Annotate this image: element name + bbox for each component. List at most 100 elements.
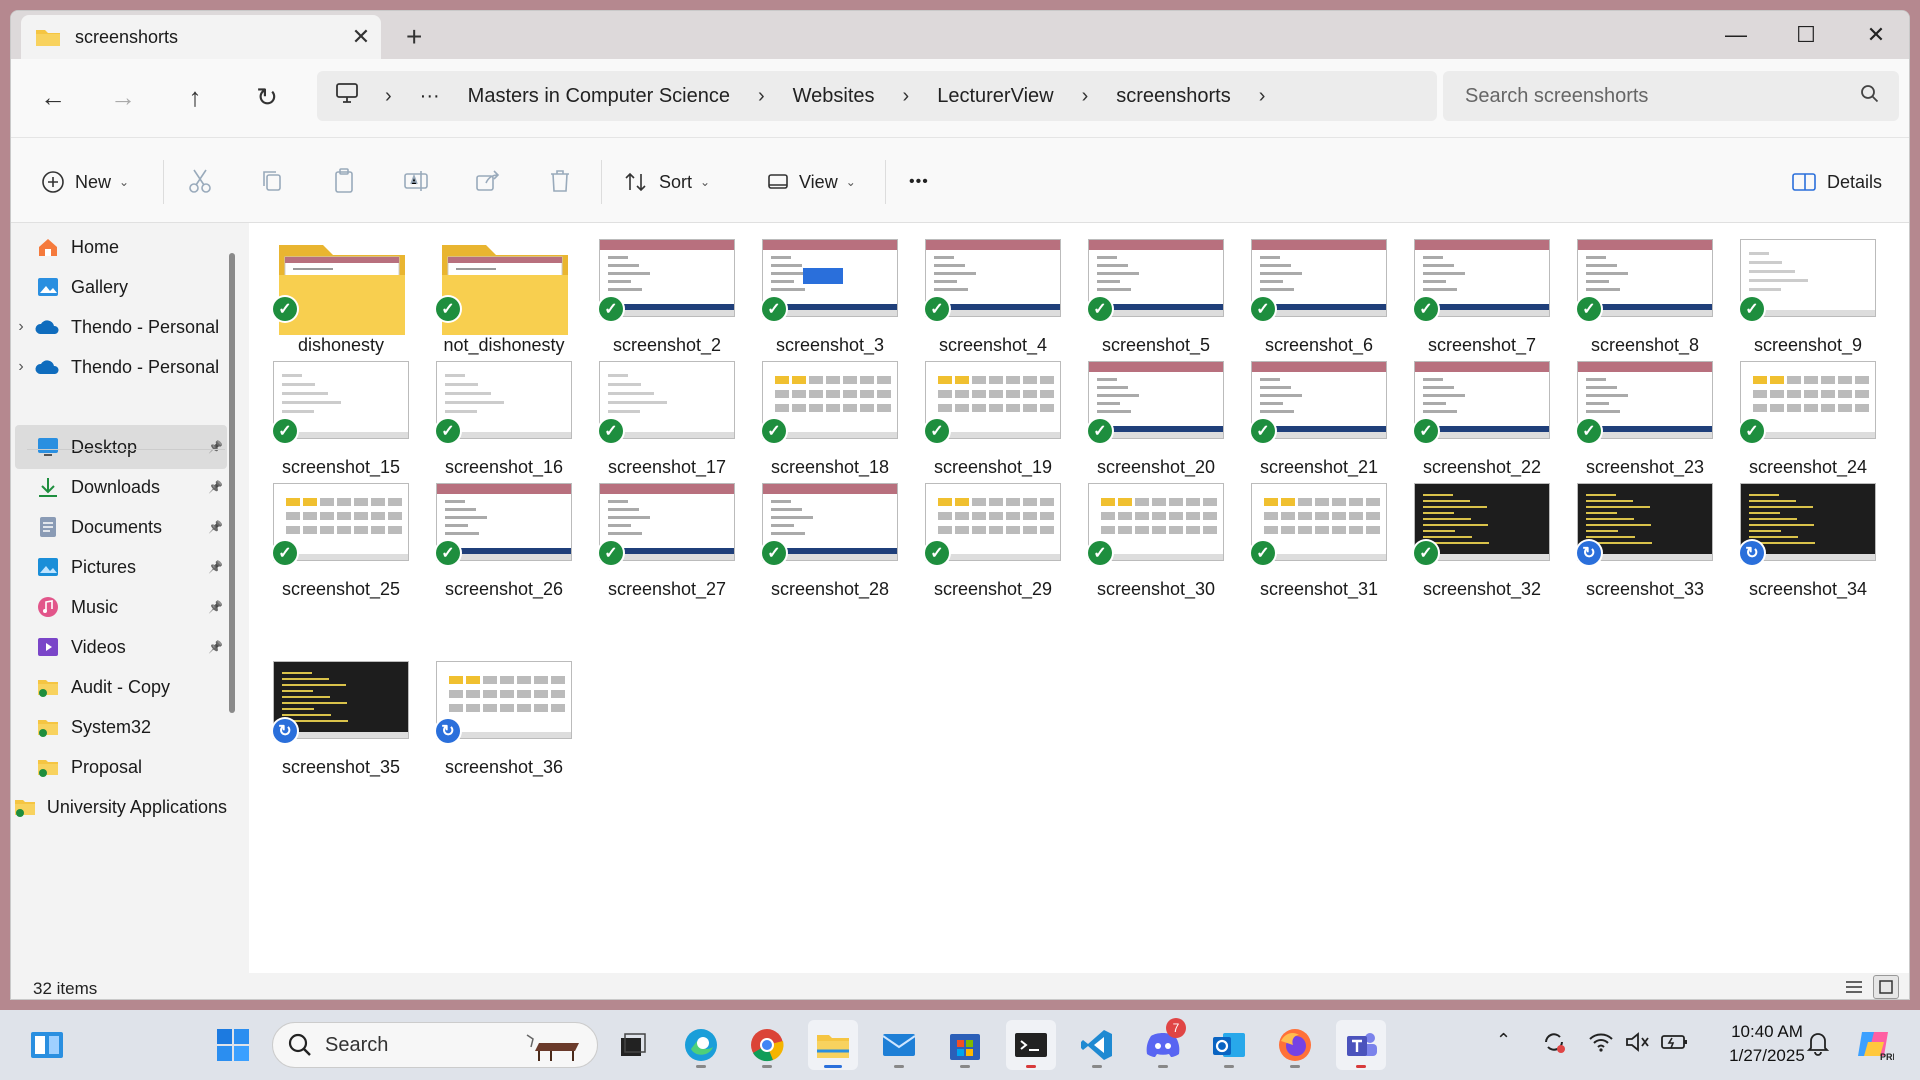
close-tab-icon[interactable]: ✕ (341, 24, 381, 50)
chevron-right-icon[interactable]: › (744, 85, 779, 108)
file-item[interactable]: ✓ screenshot_8 (1563, 231, 1713, 355)
pin-icon[interactable]: 📌 (208, 520, 223, 534)
new-tab-button[interactable]: + (406, 21, 422, 53)
forward-arrow-icon[interactable]: → (101, 77, 145, 117)
taskbar-search[interactable]: Search (272, 1022, 598, 1068)
sidebar-item-gallery[interactable]: Gallery (15, 265, 227, 309)
sidebar-item-home[interactable]: Home (15, 225, 227, 269)
pin-icon[interactable]: 📌 (208, 480, 223, 494)
battery-icon[interactable] (1660, 1030, 1688, 1054)
expand-chevron-icon[interactable]: › (15, 318, 35, 336)
file-item[interactable]: ↻ screenshot_33 (1563, 475, 1713, 599)
maximize-button[interactable]: ☐ (1771, 17, 1841, 53)
address-bar[interactable]: › ··· Masters in Computer Science › Webs… (317, 71, 1437, 121)
details-view-icon[interactable] (1841, 975, 1867, 999)
expand-chevron-icon[interactable]: › (15, 358, 35, 376)
pin-icon[interactable]: 📌 (208, 600, 223, 614)
file-item[interactable]: ✓ screenshot_29 (911, 475, 1061, 599)
view-button[interactable]: View ⌄ (767, 162, 856, 202)
sidebar-item-audit-copy[interactable]: Audit - Copy (15, 665, 227, 709)
details-button[interactable]: Details (1791, 162, 1882, 202)
file-item[interactable]: ↻ screenshot_35 (259, 653, 409, 777)
task-view-icon[interactable] (608, 1020, 658, 1070)
chevron-right-icon[interactable]: › (1245, 85, 1280, 108)
speaker-muted-icon[interactable] (1624, 1030, 1650, 1054)
up-arrow-icon[interactable]: ↑ (173, 77, 217, 117)
file-item[interactable]: ✓ screenshot_7 (1400, 231, 1550, 355)
sidebar-item-proposal[interactable]: Proposal (15, 745, 227, 789)
file-item[interactable]: ✓ screenshot_2 (585, 231, 735, 355)
breadcrumb-lecturerview[interactable]: LecturerView (923, 85, 1067, 108)
tab-screenshorts[interactable]: screenshorts ✕ (21, 15, 381, 59)
widgets-icon[interactable] (22, 1020, 72, 1070)
sync-icon[interactable] (1540, 1028, 1568, 1056)
delete-icon[interactable] (545, 166, 575, 196)
sidebar-item-university-applications[interactable]: University Applications (15, 785, 227, 829)
search-box[interactable]: Search screenshorts (1443, 71, 1899, 121)
large-icons-view-icon[interactable] (1873, 975, 1899, 999)
sidebar-item-pictures[interactable]: Pictures 📌 (15, 545, 227, 589)
paste-icon[interactable] (329, 166, 359, 196)
copy-icon[interactable] (257, 166, 287, 196)
file-item[interactable]: ✓ screenshot_15 (259, 353, 409, 477)
file-item[interactable]: ✓ screenshot_22 (1400, 353, 1550, 477)
file-explorer-icon[interactable] (808, 1020, 858, 1070)
start-icon[interactable] (208, 1020, 258, 1070)
pin-icon[interactable]: 📌 (208, 560, 223, 574)
file-item[interactable]: ✓ screenshot_19 (911, 353, 1061, 477)
vscode-icon[interactable] (1072, 1020, 1122, 1070)
sidebar-item-downloads[interactable]: Downloads 📌 (15, 465, 227, 509)
folder-item[interactable]: ✓ not_dishonesty (422, 231, 572, 355)
refresh-icon[interactable]: ↻ (245, 77, 289, 117)
file-item[interactable]: ✓ screenshot_24 (1726, 353, 1876, 477)
notification-bell-icon[interactable] (1806, 1030, 1830, 1056)
back-arrow-icon[interactable]: ← (31, 77, 75, 117)
file-item[interactable]: ↻ screenshot_34 (1726, 475, 1876, 599)
file-item[interactable]: ✓ screenshot_20 (1074, 353, 1224, 477)
copilot-icon[interactable]: PRE (1854, 1024, 1894, 1064)
sidebar-scrollbar[interactable] (229, 253, 235, 713)
file-item[interactable]: ✓ screenshot_16 (422, 353, 572, 477)
discord-icon[interactable]: 7 (1138, 1018, 1188, 1070)
sidebar-item-system32[interactable]: System32 (15, 705, 227, 749)
this-pc-icon[interactable] (317, 82, 371, 110)
show-hidden-icons-icon[interactable]: ⌃ (1496, 1030, 1511, 1051)
breadcrumb-screenshorts[interactable]: screenshorts (1102, 85, 1245, 108)
rename-icon[interactable] (401, 166, 431, 196)
close-window-button[interactable]: ✕ (1841, 17, 1909, 53)
file-item[interactable]: ✓ screenshot_30 (1074, 475, 1224, 599)
outlook-icon[interactable] (1204, 1020, 1254, 1070)
file-item[interactable]: ✓ screenshot_23 (1563, 353, 1713, 477)
breadcrumb-websites[interactable]: Websites (779, 85, 889, 108)
minimize-button[interactable]: — (1701, 17, 1771, 53)
file-item[interactable]: ✓ screenshot_32 (1400, 475, 1550, 599)
teams-icon[interactable] (1336, 1020, 1386, 1070)
file-item[interactable]: ✓ screenshot_3 (748, 231, 898, 355)
chevron-right-icon[interactable]: › (1068, 85, 1103, 108)
share-icon[interactable] (473, 166, 503, 196)
file-item[interactable]: ✓ screenshot_4 (911, 231, 1061, 355)
store-icon[interactable] (940, 1020, 990, 1070)
sidebar-item-desktop[interactable]: Desktop 📌 (15, 425, 227, 469)
file-item[interactable]: ✓ screenshot_28 (748, 475, 898, 599)
file-item[interactable]: ✓ screenshot_25 (259, 475, 409, 599)
folder-item[interactable]: ✓ dishonesty (259, 231, 409, 355)
breadcrumb-more[interactable]: ··· (406, 85, 454, 108)
file-item[interactable]: ✓ screenshot_18 (748, 353, 898, 477)
pin-icon[interactable]: 📌 (208, 440, 223, 454)
sort-button[interactable]: Sort ⌄ (623, 162, 710, 202)
sidebar-item-thendo-personal[interactable]: › Thendo - Personal (15, 305, 227, 349)
mail-icon[interactable] (874, 1020, 924, 1070)
sidebar-item-videos[interactable]: Videos 📌 (15, 625, 227, 669)
file-item[interactable]: ✓ screenshot_26 (422, 475, 572, 599)
sidebar-item-thendo-personal[interactable]: › Thendo - Personal (15, 345, 227, 389)
firefox-icon[interactable] (1270, 1020, 1320, 1070)
breadcrumb-masters[interactable]: Masters in Computer Science (454, 85, 744, 108)
more-options-button[interactable]: ••• (909, 162, 929, 202)
file-item[interactable]: ✓ screenshot_17 (585, 353, 735, 477)
cut-icon[interactable] (185, 166, 215, 196)
file-item[interactable]: ✓ screenshot_27 (585, 475, 735, 599)
file-item[interactable]: ↻ screenshot_36 (422, 653, 572, 777)
file-item[interactable]: ✓ screenshot_9 (1726, 231, 1876, 355)
sidebar-item-documents[interactable]: Documents 📌 (15, 505, 227, 549)
